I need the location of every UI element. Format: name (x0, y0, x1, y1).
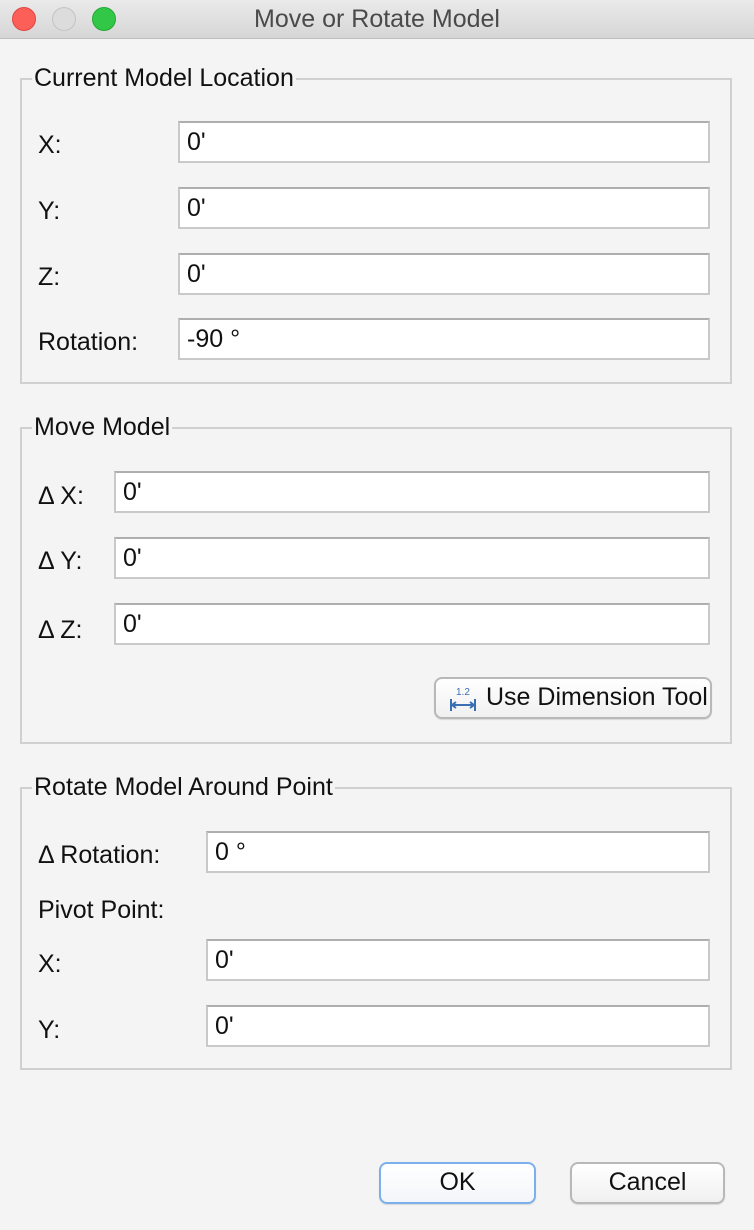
pivot-y-label: Y: (38, 1016, 61, 1044)
z-field[interactable] (178, 253, 710, 295)
rotation-field[interactable] (178, 318, 710, 360)
rotate-model-title: Rotate Model Around Point (32, 772, 335, 802)
pivot-y-field[interactable] (206, 1005, 710, 1047)
window-title: Move or Rotate Model (254, 5, 500, 33)
delta-rotation-label: Δ Rotation: (38, 841, 161, 869)
delta-z-field[interactable] (114, 603, 710, 645)
y-label: Y: (38, 197, 61, 225)
move-model-title: Move Model (32, 412, 173, 442)
svg-text:1.2: 1.2 (456, 687, 470, 698)
dialog-window: Move or Rotate Model Current Model Locat… (0, 0, 754, 1230)
dimension-tool-icon: 1.2 (450, 687, 476, 711)
title-bar: Move or Rotate Model (0, 0, 754, 39)
y-field[interactable] (178, 187, 710, 229)
x-label: X: (38, 131, 62, 159)
delta-y-label: Δ Y: (38, 547, 83, 575)
rotation-label: Rotation: (38, 328, 139, 356)
move-model-group: Move Model Δ X: Δ Y: Δ Z: 1.2 Use Dimens… (20, 412, 732, 744)
delta-z-label: Δ Z: (38, 616, 83, 644)
use-dimension-tool-label: Use Dimension Tool (486, 683, 708, 711)
pivot-point-label: Pivot Point: (38, 896, 165, 924)
use-dimension-tool-button[interactable]: 1.2 Use Dimension Tool (434, 677, 712, 719)
pivot-x-field[interactable] (206, 939, 710, 981)
delta-x-label: Δ X: (38, 482, 84, 510)
rotate-model-group: Rotate Model Around Point Δ Rotation: Pi… (20, 772, 732, 1070)
ok-button[interactable]: OK (379, 1162, 536, 1204)
current-location-title: Current Model Location (32, 63, 296, 93)
x-field[interactable] (178, 121, 710, 163)
current-location-group: Current Model Location X: Y: Z: Rotation… (20, 63, 732, 384)
delta-rotation-field[interactable] (206, 831, 710, 873)
z-label: Z: (38, 263, 61, 291)
delta-x-field[interactable] (114, 471, 710, 513)
cancel-button[interactable]: Cancel (570, 1162, 725, 1204)
delta-y-field[interactable] (114, 537, 710, 579)
pivot-x-label: X: (38, 950, 62, 978)
